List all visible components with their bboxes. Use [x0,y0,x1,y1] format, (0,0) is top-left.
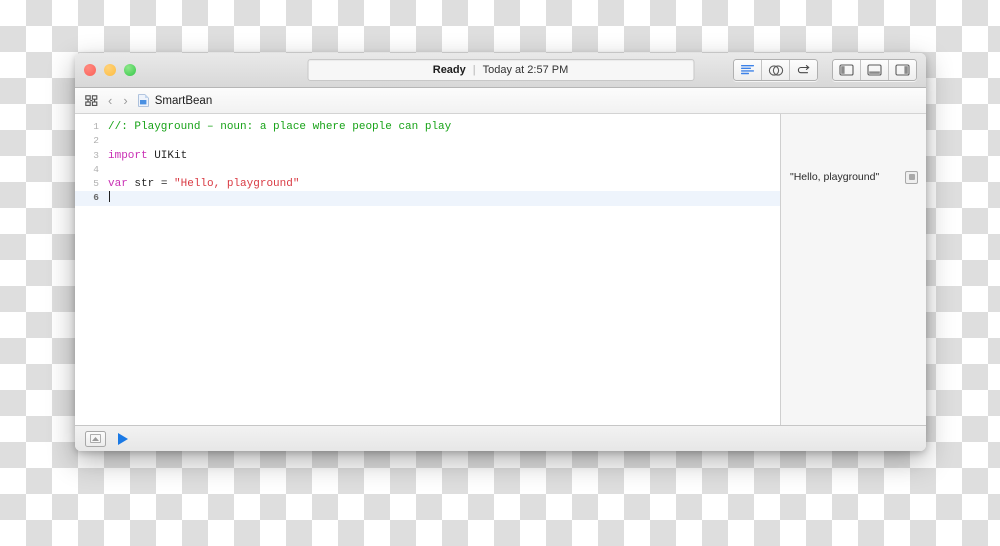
code-token-string: "Hello, playground" [174,178,300,191]
code-line[interactable]: 2 [75,134,780,148]
toggle-utilities-button[interactable] [889,60,916,80]
toggle-navigator-icon [839,64,854,76]
editor-body: 1 //: Playground – noun: a place where p… [75,114,926,425]
related-items-icon[interactable] [85,94,98,107]
activity-status-field: Ready | Today at 2:57 PM [307,59,694,81]
status-state: Ready [432,64,466,76]
toggle-navigator-button[interactable] [833,60,861,80]
line-number: 6 [93,192,99,204]
line-number: 1 [93,121,99,132]
code-token-keyword: var [108,178,128,191]
run-playground-button[interactable] [118,432,128,445]
code-text: //: Playground – noun: a place where peo… [108,120,780,134]
traffic-light-group [84,64,136,76]
version-editor-icon [797,65,810,74]
code-token-comment: //: Playground – noun: a place where peo… [108,121,452,133]
version-editor-button[interactable] [790,60,817,80]
window-titlebar: Ready | Today at 2:57 PM [75,53,926,88]
status-separator: | [472,64,476,76]
minimize-button[interactable] [104,64,116,76]
status-timestamp: Today at 2:57 PM [482,64,569,76]
xcode-playground-window: Ready | Today at 2:57 PM ‹ › SmartBean 1… [75,53,926,451]
results-sidebar: "Hello, playground" [780,114,926,425]
jump-bar: ‹ › SmartBean [75,88,926,114]
playground-file-icon [137,94,149,107]
quick-look-icon [908,174,915,180]
console-icon [90,434,101,443]
code-line-current[interactable]: 6 [75,191,780,206]
line-number: 3 [93,149,99,161]
close-button[interactable] [84,64,96,76]
source-editor[interactable]: 1 //: Playground – noun: a place where p… [75,114,780,425]
quick-look-button[interactable] [905,170,918,184]
titlebar-right-controls [733,59,917,81]
zoom-button[interactable] [124,64,136,76]
line-number: 5 [93,178,99,190]
code-line[interactable]: 5 var str = "Hello, playground" [75,177,780,191]
nav-forward-button[interactable]: › [122,94,128,107]
assistant-editor-icon [768,64,783,76]
result-value: "Hello, playground" [790,171,880,183]
code-token-plain: UIKit [147,149,188,162]
breadcrumb[interactable]: SmartBean [137,94,213,107]
code-text [108,191,780,206]
code-token-plain: str = [127,178,175,191]
code-line[interactable]: 1 //: Playground – noun: a place where p… [75,120,780,134]
code-token-keyword: import [108,149,148,162]
debug-bar [75,425,926,451]
line-number: 2 [93,135,99,147]
code-text: import UIKit [108,149,780,163]
code-line[interactable]: 4 [75,163,780,177]
standard-editor-button[interactable] [734,60,762,80]
code-text: var str = "Hello, playground" [108,177,780,191]
code-line[interactable]: 3 import UIKit [75,149,780,163]
nav-back-button[interactable]: ‹ [107,94,113,107]
text-cursor [109,191,110,203]
breadcrumb-file-name: SmartBean [154,94,213,107]
toggle-debug-area-icon [867,64,882,76]
toggle-console-button[interactable] [85,430,106,447]
toggle-utilities-icon [895,64,910,76]
result-row[interactable]: "Hello, playground" [781,168,926,186]
toggle-debug-area-button[interactable] [861,60,889,80]
standard-editor-icon [741,65,754,75]
line-number: 4 [93,163,99,175]
panel-toggle-segmented-control [832,59,917,81]
editor-mode-segmented-control [733,59,818,81]
assistant-editor-button[interactable] [762,60,790,80]
